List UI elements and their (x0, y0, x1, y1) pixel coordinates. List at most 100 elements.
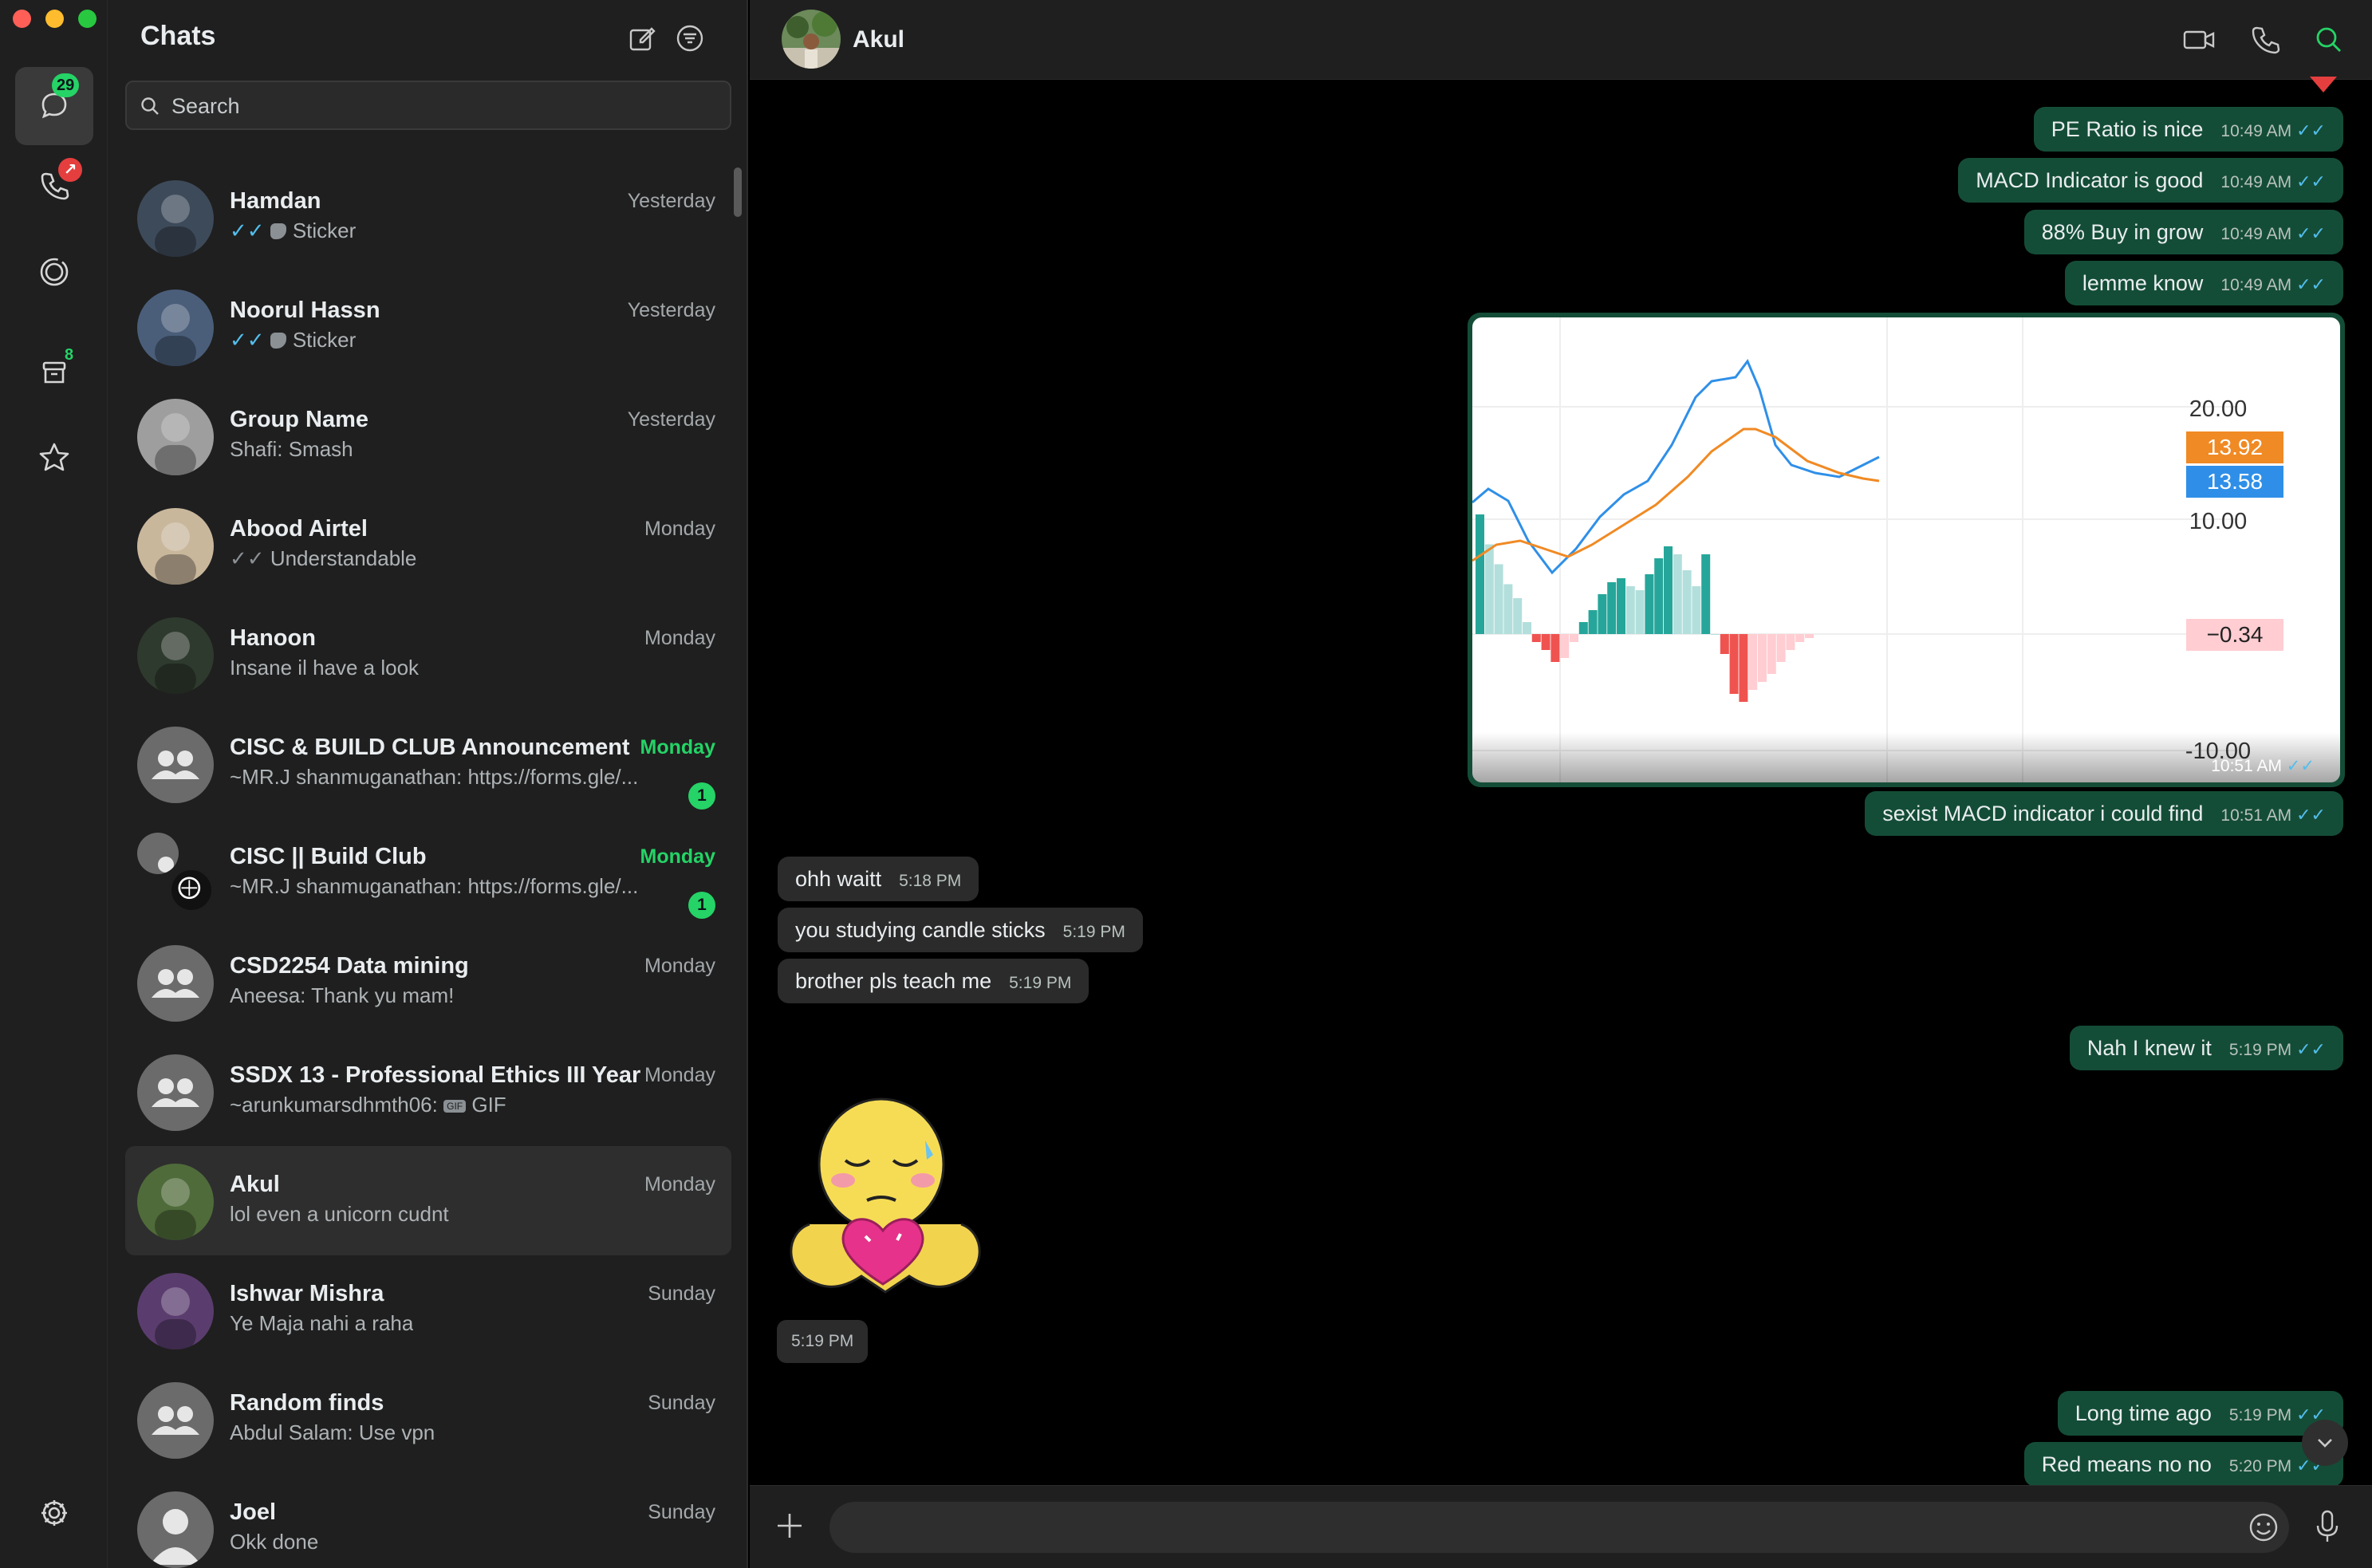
search-box[interactable] (125, 81, 731, 130)
chat-list-item[interactable]: Akul Monday lol even a unicorn cudnt (125, 1146, 731, 1255)
avatar (137, 290, 214, 366)
chat-time: Yesterday (627, 408, 715, 431)
chat-list-item[interactable]: Ishwar Mishra Sunday Ye Maja nahi a raha (125, 1255, 731, 1365)
outgoing-message[interactable]: Red means no no 5:20 PM ✓✓ (2023, 1442, 2343, 1487)
chat-time: Monday (640, 845, 715, 868)
chat-name: Akul (230, 1172, 280, 1197)
outgoing-message[interactable]: 88% Buy in grow 10:49 AM ✓✓ (2023, 210, 2343, 254)
scroll-to-bottom-button[interactable] (2302, 1420, 2348, 1466)
chat-list-item[interactable]: Noorul Hassn Yesterday ✓✓ Sticker (125, 272, 731, 381)
histogram-bar (1748, 634, 1758, 690)
outgoing-message[interactable]: sexist MACD indicator i could find 10:51 … (1865, 791, 2343, 836)
chat-list-item[interactable]: Abood Airtel Monday ✓✓ Understandable (125, 490, 731, 600)
message-text: lemme know (2082, 271, 2204, 295)
outgoing-message[interactable]: PE Ratio is nice 10:49 AM ✓✓ (2033, 107, 2343, 152)
incoming-message[interactable]: you studying candle sticks 5:19 PM (778, 908, 1143, 952)
histogram-bar (1476, 514, 1484, 634)
histogram-bar (1617, 578, 1625, 634)
group-avatar-icon (158, 857, 179, 873)
chat-name: CSD2254 Data mining (230, 953, 469, 979)
search-input[interactable] (171, 89, 714, 124)
chat-time: Yesterday (627, 190, 715, 212)
image-message[interactable]: 20.0010.00-10.0013.9213.58−0.34 10:51 AM… (1468, 313, 2345, 787)
histogram-bar (1645, 574, 1654, 634)
chat-preview-text: ~arunkumarsdhmth06: (230, 1093, 438, 1117)
message-time: 10:49 AM (2220, 276, 2292, 294)
chat-list-item[interactable]: CISC || Build Club Monday ~MR.J shanmugana… (125, 818, 731, 928)
chat-preview: Shafi: Smash (230, 437, 353, 462)
chat-list-item[interactable]: CSD2254 Data mining Monday Aneesa: Thank y… (125, 928, 731, 1037)
rail-status-button[interactable] (15, 233, 93, 311)
minimize-window-button[interactable] (45, 10, 64, 28)
chat-name: Group Name (230, 407, 369, 432)
chat-list-panel: Chats HamdanYesterday✓✓ StickerNoorul Ha… (108, 0, 748, 1568)
search-in-chat-icon[interactable] (2311, 22, 2346, 57)
incoming-message[interactable]: brother pls teach me 5:19 PM (778, 959, 1089, 1003)
sticker-crying-hug[interactable] (778, 1089, 993, 1320)
chat-time: Monday (640, 736, 715, 758)
incoming-message[interactable]: ohh waitt 5:18 PM (778, 857, 979, 901)
photo-avatar (155, 413, 196, 475)
signal-value-text: 13.92 (2207, 435, 2263, 459)
chat-list-item[interactable]: Random finds Sunday Abdul Salam: Use vpn (125, 1365, 731, 1474)
chat-list-item[interactable]: Joel Sunday Okk done (125, 1474, 731, 1568)
read-receipt-icon: ✓✓ (230, 328, 265, 352)
rail-starred-button[interactable] (15, 418, 93, 496)
sticker-icon (270, 223, 286, 239)
outgoing-message[interactable]: MACD Indicator is good 10:49 AM ✓✓ (1958, 158, 2343, 203)
chat-list-scrollbar[interactable] (734, 167, 742, 217)
attach-plus-icon[interactable] (774, 1510, 806, 1542)
histogram-bar (1786, 634, 1795, 650)
rail-calls-button[interactable]: ↗ (15, 147, 93, 225)
avatar (137, 180, 214, 257)
photo-avatar (155, 1178, 196, 1240)
chat-preview-text: Sticker (292, 219, 357, 242)
contact-avatar[interactable] (782, 10, 841, 69)
rail-archived-button[interactable]: 8 (15, 333, 93, 412)
macd-chart: 20.0010.00-10.0013.9213.58−0.34 (1472, 317, 2340, 782)
chat-preview: Abdul Salam: Use vpn (230, 1420, 435, 1445)
sticker-time: 5:19 PM (777, 1320, 869, 1363)
message-input[interactable] (829, 1502, 2289, 1553)
close-window-button[interactable] (13, 10, 31, 28)
sub-avatar (169, 868, 214, 912)
filter-icon[interactable] (674, 22, 706, 54)
chat-list-item[interactable]: Hamdan Yesterday ✓✓ Sticker (125, 163, 731, 272)
chat-list-item[interactable]: Group Name Yesterday Shafi: Smash (125, 381, 731, 490)
chat-time: Sunday (648, 1392, 715, 1414)
message-time: 5:19 PM (1009, 974, 1072, 992)
video-call-icon[interactable] (2181, 22, 2216, 57)
chat-list-item[interactable]: CISC & BUILD CLUB Announcement Monday ~MR.… (125, 709, 731, 818)
macd-value-text: 13.58 (2207, 469, 2263, 494)
outgoing-message[interactable]: Long time ago 5:19 PM ✓✓ (2057, 1391, 2343, 1436)
microphone-icon[interactable] (2311, 1508, 2343, 1543)
chat-preview: ✓✓ Sticker (230, 219, 356, 243)
read-receipt-icon: ✓✓ (2296, 171, 2326, 191)
maximize-window-button[interactable] (78, 10, 97, 28)
left-rail: 29 ↗ 8 (0, 0, 108, 1568)
contact-name[interactable]: Akul (853, 26, 904, 53)
new-chat-icon[interactable] (626, 22, 658, 54)
chart-image[interactable]: 20.0010.00-10.0013.9213.58−0.34 10:51 AM… (1472, 317, 2340, 782)
rail-settings-button[interactable] (15, 1474, 93, 1552)
histogram-bar (1654, 558, 1664, 634)
outgoing-message[interactable]: Nah I knew it 5:19 PM ✓✓ (2069, 1026, 2343, 1070)
rail-chats-button[interactable]: 29 (15, 67, 93, 145)
histogram-bar (1570, 634, 1578, 642)
chat-name: Noorul Hassn (230, 297, 380, 323)
signal-line (1472, 427, 1880, 562)
read-receipt-icon: ✓✓ (2296, 120, 2326, 140)
avatar (137, 1273, 214, 1349)
voice-call-icon[interactable] (2248, 22, 2283, 57)
chat-preview: ~MR.J shanmuganathan: https://forms.gle/… (230, 874, 638, 899)
chat-list-item[interactable]: SSDX 13 - Professional Ethics III Year Mo… (125, 1037, 731, 1146)
outgoing-message[interactable]: lemme know 10:49 AM ✓✓ (2064, 261, 2343, 305)
avatar (137, 833, 179, 874)
emoji-icon[interactable] (2248, 1511, 2279, 1543)
club-logo-icon (178, 877, 201, 900)
chat-list-item[interactable]: Hanoon Monday Insane il have a look (125, 600, 731, 709)
histogram-bar (1531, 634, 1541, 642)
chat-time: Monday (644, 1173, 715, 1196)
avatar (137, 1164, 214, 1240)
chat-name: Ishwar Mishra (230, 1281, 384, 1306)
